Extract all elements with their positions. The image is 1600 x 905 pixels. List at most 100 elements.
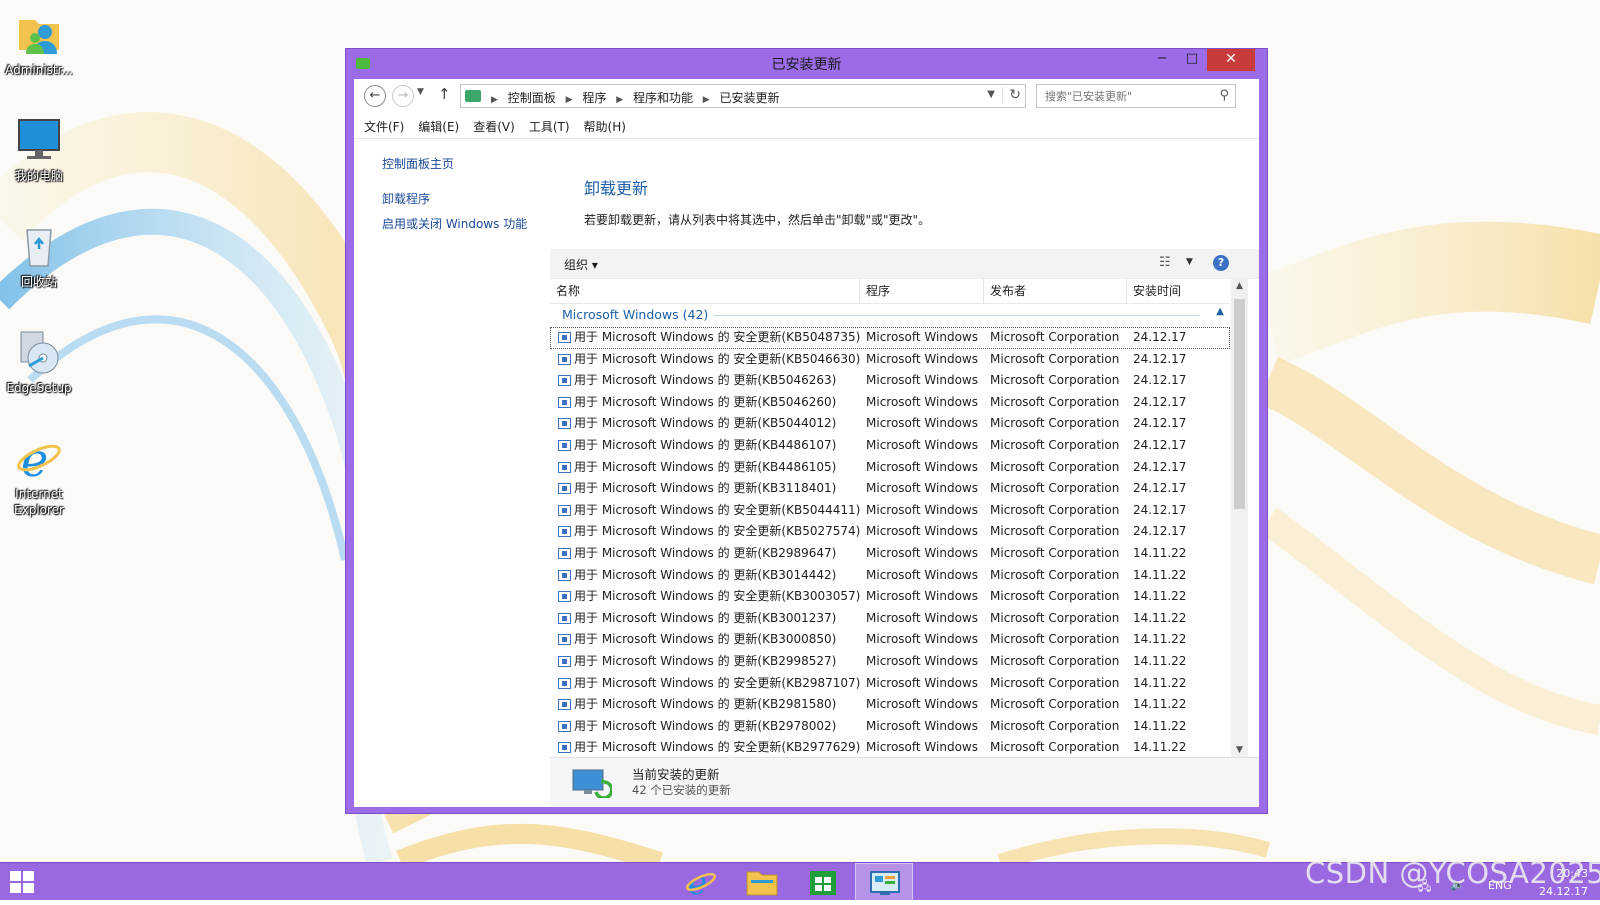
menu-edit[interactable]: 编辑(E) (411, 115, 466, 139)
table-row[interactable]: 用于 Microsoft Windows 的 安全更新(KB5048735) Mi… (550, 327, 1230, 349)
recent-locations-chevron-down-icon[interactable]: ▼ (417, 87, 424, 97)
breadcrumb-separator-icon[interactable]: ▶ (566, 95, 573, 105)
update-icon (558, 699, 571, 711)
store-icon (810, 871, 836, 895)
taskbar-internet-explorer[interactable]: e (672, 863, 730, 902)
menu-view[interactable]: 查看(V) (466, 115, 522, 139)
update-name: 用于 Microsoft Windows 的 更新(KB2981580) (556, 694, 860, 716)
table-row[interactable]: 用于 Microsoft Windows 的 更新(KB3014442) Micr… (550, 565, 1230, 587)
list-toolbar: 组织 ▾ ☷ ▼ ? (550, 249, 1259, 279)
taskbar-control-panel[interactable] (855, 863, 913, 901)
close-button[interactable]: ✕ (1207, 49, 1255, 71)
table-row[interactable]: 用于 Microsoft Windows 的 安全更新(KB5044411) Mi… (550, 500, 1230, 522)
title-bar[interactable]: 已安装更新 − □ ✕ (346, 49, 1267, 79)
update-publisher: Microsoft Corporation (990, 481, 1120, 496)
search-box[interactable]: ⚲ (1036, 84, 1236, 108)
desktop-icon-recycle-bin[interactable]: 回收站 (2, 222, 76, 290)
update-name: 用于 Microsoft Windows 的 安全更新(KB2977629) (556, 737, 860, 757)
breadcrumb-separator-icon[interactable]: ▶ (616, 95, 623, 105)
table-row[interactable]: 用于 Microsoft Windows 的 更新(KB5046260) Micr… (550, 392, 1230, 414)
desktop-icon-internet-explorer[interactable]: e Internet Explorer (2, 433, 76, 518)
column-header-program[interactable]: 程序 (860, 279, 984, 304)
uninstall-program-link[interactable]: 卸载程序 (382, 190, 430, 207)
table-row[interactable]: 用于 Microsoft Windows 的 更新(KB2998527) Micr… (550, 651, 1230, 673)
user-folder-icon (15, 10, 63, 58)
table-row[interactable]: 用于 Microsoft Windows 的 更新(KB4486105) Micr… (550, 457, 1230, 479)
table-row[interactable]: 用于 Microsoft Windows 的 更新(KB3000850) Micr… (550, 629, 1230, 651)
update-icon (558, 547, 571, 559)
windows-features-link[interactable]: 启用或关闭 Windows 功能 (382, 215, 527, 232)
up-button[interactable]: ↑ (438, 85, 451, 103)
update-program: Microsoft Windows (866, 632, 978, 647)
column-header-install-date[interactable]: 安装时间 (1127, 279, 1230, 304)
table-row[interactable]: 用于 Microsoft Windows 的 安全更新(KB5046630) Mi… (550, 349, 1230, 371)
address-history-chevron-down-icon[interactable]: ▼ (987, 89, 995, 100)
breadcrumb-control-panel[interactable]: 控制面板 (508, 91, 556, 105)
table-row[interactable]: 用于 Microsoft Windows 的 更新(KB3001237) Micr… (550, 608, 1230, 630)
search-icon[interactable]: ⚲ (1219, 88, 1229, 103)
update-publisher: Microsoft Corporation (990, 653, 1120, 668)
scroll-down-icon[interactable]: ▼ (1231, 745, 1248, 755)
table-row[interactable]: 用于 Microsoft Windows 的 更新(KB5044012) Micr… (550, 413, 1230, 435)
windows-start-icon[interactable] (10, 871, 34, 893)
window-title: 已安装更新 (771, 57, 842, 73)
menu-tools[interactable]: 工具(T) (522, 115, 577, 139)
update-name-text: 用于 Microsoft Windows 的 安全更新(KB2987107) (574, 675, 860, 690)
collapse-group-chevron-up-icon[interactable]: ▲ (1216, 306, 1224, 317)
table-row[interactable]: 用于 Microsoft Windows 的 安全更新(KB2987107) Mi… (550, 673, 1230, 695)
table-row[interactable]: 用于 Microsoft Windows 的 更新(KB3118401) Micr… (550, 478, 1230, 500)
desktop-icon-label: Internet Explorer (14, 487, 64, 517)
maximize-button[interactable]: □ (1177, 49, 1207, 71)
control-panel-home-link[interactable]: 控制面板主页 (382, 155, 454, 172)
view-options-chevron-down-icon[interactable]: ▼ (1186, 257, 1193, 267)
table-row[interactable]: 用于 Microsoft Windows 的 安全更新(KB2977629) Mi… (550, 737, 1230, 757)
update-icon (558, 418, 571, 430)
table-row[interactable]: 用于 Microsoft Windows 的 更新(KB5046263) Micr… (550, 370, 1230, 392)
change-view-icon[interactable]: ☷ (1159, 255, 1171, 270)
column-header-name[interactable]: 名称 (550, 279, 860, 304)
help-icon[interactable]: ? (1213, 255, 1229, 271)
control-panel-icon (870, 871, 900, 895)
update-publisher: Microsoft Corporation (990, 740, 1120, 755)
desktop-icon-administrator[interactable]: Administr... (2, 10, 76, 78)
table-row[interactable]: 用于 Microsoft Windows 的 安全更新(KB5027574) Mi… (550, 521, 1230, 543)
breadcrumb-installed-updates[interactable]: 已安装更新 (720, 91, 780, 105)
update-name-text: 用于 Microsoft Windows 的 安全更新(KB2977629) (574, 740, 860, 755)
desktop-icon-edgesetup[interactable]: EdgeSetup (2, 328, 76, 396)
address-bar[interactable]: ▶ 控制面板 ▶ 程序 ▶ 程序和功能 ▶ 已安装更新 ▼ ↻ (460, 84, 1026, 108)
scroll-up-icon[interactable]: ▲ (1231, 281, 1248, 291)
update-icon (558, 353, 571, 365)
table-row[interactable]: 用于 Microsoft Windows 的 更新(KB4486107) Micr… (550, 435, 1230, 457)
scroll-thumb[interactable] (1234, 299, 1245, 509)
monitor-icon (15, 116, 63, 164)
refresh-icon[interactable]: ↻ (1002, 87, 1021, 103)
breadcrumb-separator-icon[interactable]: ▶ (703, 95, 710, 105)
menu-help[interactable]: 帮助(H) (577, 115, 633, 139)
back-button[interactable]: ← (364, 85, 386, 107)
breadcrumb-programs-and-features[interactable]: 程序和功能 (633, 91, 693, 105)
minimize-button[interactable]: − (1147, 49, 1177, 71)
table-row[interactable]: 用于 Microsoft Windows 的 更新(KB2989647) Micr… (550, 543, 1230, 565)
update-name: 用于 Microsoft Windows 的 更新(KB2989647) (556, 543, 860, 565)
update-install-date: 14.11.22 (1133, 675, 1187, 690)
update-install-date: 14.11.22 (1133, 589, 1187, 604)
update-publisher: Microsoft Corporation (990, 416, 1120, 431)
group-header[interactable]: Microsoft Windows (42) ▲ (550, 304, 1230, 326)
menu-file[interactable]: 文件(F) (354, 115, 411, 139)
table-row[interactable]: 用于 Microsoft Windows 的 更新(KB2978002) Micr… (550, 716, 1230, 738)
taskbar-file-explorer[interactable] (733, 863, 791, 901)
desktop-icon-my-computer[interactable]: 我的电脑 (2, 116, 76, 184)
forward-button[interactable]: → (392, 85, 414, 107)
column-header-publisher[interactable]: 发布者 (984, 279, 1127, 304)
organize-button[interactable]: 组织 ▾ (564, 256, 598, 273)
table-row[interactable]: 用于 Microsoft Windows 的 安全更新(KB3003057) Mi… (550, 586, 1230, 608)
navigation-bar: ← → ▼ ↑ ▶ 控制面板 ▶ 程序 ▶ 程序和功能 ▶ 已安装更新 ▼ ↻ (354, 79, 1259, 115)
taskbar-store[interactable] (794, 863, 852, 901)
update-icon (558, 504, 571, 516)
breadcrumb-programs[interactable]: 程序 (582, 91, 606, 105)
update-name-text: 用于 Microsoft Windows 的 安全更新(KB5027574) (574, 524, 860, 539)
breadcrumb: ▶ 控制面板 ▶ 程序 ▶ 程序和功能 ▶ 已安装更新 (485, 89, 780, 106)
table-row[interactable]: 用于 Microsoft Windows 的 更新(KB2981580) Micr… (550, 694, 1230, 716)
search-input[interactable] (1043, 86, 1213, 106)
vertical-scrollbar[interactable]: ▲ ▼ (1231, 279, 1248, 757)
